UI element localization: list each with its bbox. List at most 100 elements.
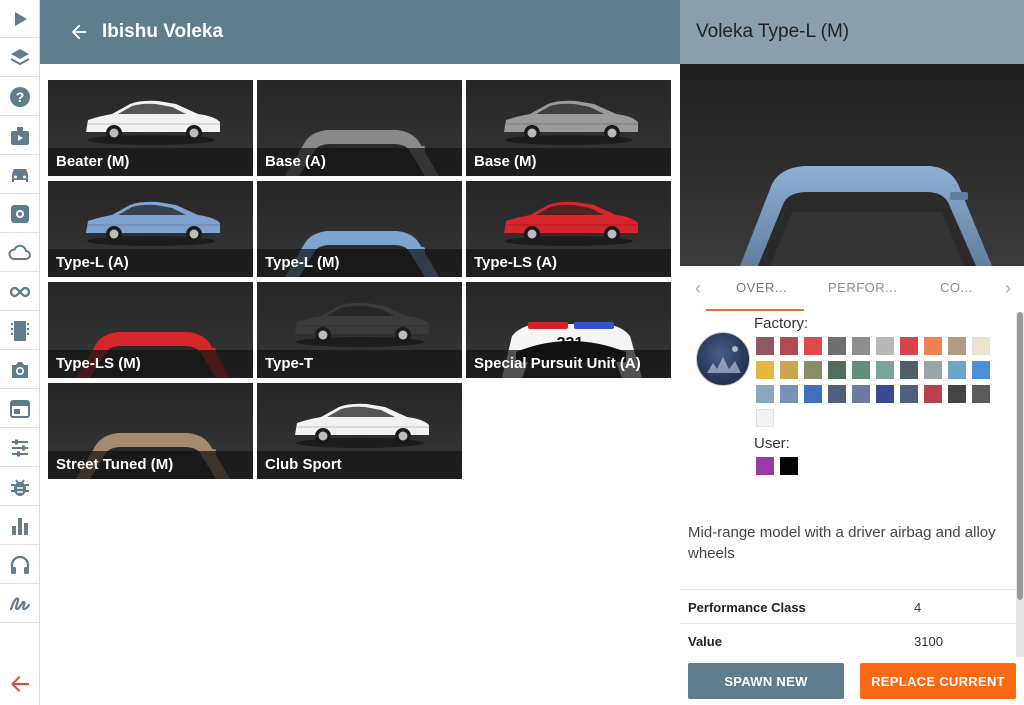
config-tile[interactable]: Type-LS (M) (48, 282, 253, 378)
factory-color-swatch[interactable] (780, 361, 798, 379)
rail-button-help[interactable]: ? (0, 78, 39, 116)
factory-color-swatch[interactable] (804, 361, 822, 379)
page-header: Ibishu Voleka (40, 0, 680, 64)
config-label: Type-LS (A) (466, 249, 671, 277)
arrow-left-icon[interactable] (68, 21, 90, 43)
divider (680, 623, 1016, 624)
rail-button-part-config[interactable] (0, 195, 39, 233)
rail-button-film[interactable] (0, 312, 39, 350)
infinity-icon (9, 286, 30, 297)
factory-color-swatch[interactable] (876, 361, 894, 379)
factory-color-swatch[interactable] (948, 337, 966, 355)
factory-label: Factory: (754, 315, 809, 332)
factory-color-swatch[interactable] (876, 385, 894, 403)
tab-performance[interactable]: PERFOR... (828, 280, 898, 295)
detail-tabs: ‹ OVER... PERFOR... CO... › (680, 266, 1024, 312)
config-label: Special Pursuit Unit (A) (466, 350, 671, 378)
layers-icon (10, 48, 29, 65)
rail-button-bug[interactable] (0, 468, 39, 506)
page-title: Ibishu Voleka (102, 21, 224, 42)
config-tile[interactable]: Type-L (A) (48, 181, 253, 277)
cloud-icon (8, 244, 31, 260)
factory-color-swatch[interactable] (876, 337, 894, 355)
config-label: Type-LS (M) (48, 350, 253, 378)
detail-title: Voleka Type-L (M) (696, 21, 850, 42)
vehicle-selector: ? Ibishu Voleka Beater (M) Base (A) Base (… (0, 0, 1024, 705)
factory-color-swatch[interactable] (852, 337, 870, 355)
config-tile[interactable]: Beater (M) (48, 80, 253, 176)
factory-color-swatch[interactable] (756, 337, 774, 355)
sidebar-rail: ? (0, 0, 40, 705)
performance-class-value: 4 (914, 600, 922, 615)
config-tile[interactable]: Street Tuned (M) (48, 383, 253, 479)
rail-button-layers[interactable] (0, 39, 39, 77)
factory-color-swatch[interactable] (828, 361, 846, 379)
active-tab-indicator (706, 309, 804, 311)
value-value: 3100 (914, 634, 943, 649)
tab-scroll-right-icon[interactable]: › (998, 278, 1018, 298)
factory-color-swatch[interactable] (828, 337, 846, 355)
factory-color-swatch[interactable] (948, 361, 966, 379)
spawn-new-button[interactable]: SPAWN NEW (688, 663, 844, 699)
config-tile[interactable]: Type-LS (A) (466, 181, 671, 277)
factory-color-swatch[interactable] (756, 385, 774, 403)
headphones-icon (10, 555, 29, 574)
factory-color-swatch[interactable] (780, 385, 798, 403)
rail-button-bar-chart[interactable] (0, 507, 39, 545)
factory-color-swatch[interactable] (972, 385, 990, 403)
factory-color-swatch[interactable] (900, 385, 918, 403)
config-tile[interactable]: Type-L (M) (257, 181, 462, 277)
factory-color-swatch[interactable] (924, 361, 942, 379)
divider (680, 589, 1016, 590)
config-tile[interactable]: Type-T (257, 282, 462, 378)
svg-text:?: ? (15, 89, 24, 105)
config-label: Beater (M) (48, 148, 253, 176)
performance-class-label: Performance Class (688, 600, 806, 615)
rail-button-headphones[interactable] (0, 546, 39, 584)
vehicle-description: Mid-range model with a driver airbag and… (688, 524, 996, 562)
config-tile[interactable]: 331 Special Pursuit Unit (A) (466, 282, 671, 378)
factory-color-swatch[interactable] (780, 337, 798, 355)
replace-current-button[interactable]: REPLACE CURRENT (860, 663, 1016, 699)
user-color-swatch[interactable] (756, 457, 774, 475)
car-icon (11, 168, 28, 182)
scrollbar[interactable] (1016, 312, 1024, 657)
rail-button-cloud[interactable] (0, 234, 39, 272)
rail-button-signature[interactable] (0, 585, 39, 623)
factory-color-swatch[interactable] (948, 385, 966, 403)
part-config-icon (10, 204, 29, 223)
detail-header: Voleka Type-L (M) (680, 0, 1024, 64)
rail-button-camera[interactable] (0, 351, 39, 389)
exit-button[interactable] (0, 665, 39, 703)
rail-button-vehicle-config[interactable] (0, 117, 39, 155)
factory-color-swatch[interactable] (756, 409, 774, 427)
rail-button-infinity[interactable] (0, 273, 39, 311)
vehicle-preview (680, 64, 1024, 266)
rail-button-sliders[interactable] (0, 429, 39, 467)
factory-color-swatch[interactable] (900, 361, 918, 379)
rail-button-car[interactable] (0, 156, 39, 194)
factory-color-swatch[interactable] (756, 361, 774, 379)
factory-color-swatch[interactable] (828, 385, 846, 403)
config-label: Type-T (257, 350, 462, 378)
factory-color-swatch[interactable] (900, 337, 918, 355)
config-tile[interactable]: Club Sport (257, 383, 462, 479)
rail-button-play[interactable] (0, 0, 39, 38)
config-tile[interactable]: Base (A) (257, 80, 462, 176)
tab-scroll-left-icon[interactable]: ‹ (688, 278, 708, 298)
rail-button-environment[interactable] (0, 390, 39, 428)
config-tile[interactable]: Base (M) (466, 80, 671, 176)
factory-color-swatch[interactable] (852, 361, 870, 379)
factory-color-swatch[interactable] (972, 337, 990, 355)
factory-color-swatch[interactable] (804, 385, 822, 403)
factory-color-swatch[interactable] (804, 337, 822, 355)
factory-color-swatch[interactable] (924, 337, 942, 355)
config-label: Club Sport (257, 451, 462, 479)
factory-color-swatch[interactable] (972, 361, 990, 379)
tab-configuration[interactable]: CO... (940, 280, 973, 295)
tab-overview[interactable]: OVER... (736, 280, 787, 295)
factory-color-swatch[interactable] (924, 385, 942, 403)
factory-color-swatch[interactable] (852, 385, 870, 403)
scrollbar-thumb[interactable] (1017, 312, 1023, 600)
user-color-swatch[interactable] (780, 457, 798, 475)
